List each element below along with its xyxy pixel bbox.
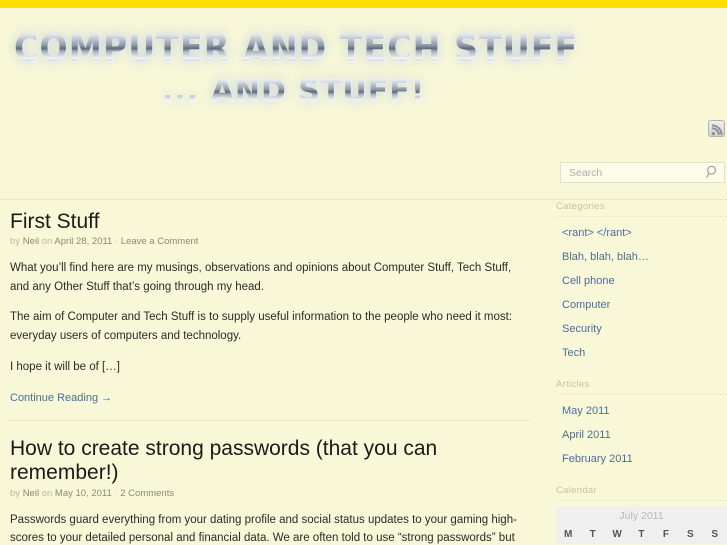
- post-paragraph: What you’ll find here are my musings, ob…: [10, 262, 512, 293]
- rss-glyph: [711, 124, 723, 136]
- post-item: First Stuff by Neil on April 28, 2011 · …: [10, 210, 530, 406]
- calendar-weekday: F: [653, 525, 679, 544]
- sidebar-item-april-2011[interactable]: April 2011: [562, 429, 611, 441]
- list-item: Security: [556, 319, 727, 337]
- post-divider: [10, 420, 530, 422]
- widget-title: Articles: [556, 379, 727, 395]
- category-list: <rant> </rant> Blah, blah, blah… Cell ph…: [556, 223, 727, 361]
- post-item: How to create strong passwords (that you…: [10, 437, 530, 545]
- main-content: First Stuff by Neil on April 28, 2011 · …: [10, 210, 530, 545]
- post-body: Passwords guard everything from your dat…: [10, 511, 530, 545]
- calendar-weekday: S: [702, 525, 727, 544]
- sidebar-item-rant[interactable]: <rant> </rant>: [562, 227, 632, 239]
- sidebar-item-blah[interactable]: Blah, blah, blah…: [562, 251, 649, 263]
- post-meta: by Neil on April 28, 2011 · Leave a Comm…: [10, 236, 530, 247]
- calendar-weekday: M: [556, 525, 581, 544]
- post-paragraph: Passwords guard everything from your dat…: [10, 513, 517, 545]
- post-paragraph: I hope it will be of […]: [10, 360, 120, 373]
- site-header: Computer and Tech Stuff ... and stuff!: [0, 8, 727, 120]
- post-meta-on: on: [41, 487, 53, 499]
- post-date-link[interactable]: April 28, 2011: [54, 236, 112, 247]
- list-item: Blah, blah, blah…: [556, 247, 727, 265]
- post-meta-separator: ·: [114, 236, 119, 248]
- list-item: April 2011: [556, 425, 727, 443]
- post-meta: by Neil on May 10, 2011 · 2 Comments: [10, 488, 530, 499]
- search-input[interactable]: [560, 162, 725, 183]
- post-meta-by: by: [10, 487, 21, 499]
- sidebar-item-february-2011[interactable]: February 2011: [562, 453, 633, 465]
- rss-row: [548, 120, 727, 148]
- calendar-weekday-row: M T W T F S S: [556, 525, 727, 544]
- archive-list: May 2011 April 2011 February 2011: [556, 401, 727, 467]
- top-accent-bar: [0, 0, 727, 8]
- continue-reading-link[interactable]: Continue Reading →: [10, 392, 112, 404]
- post-date-link[interactable]: May 10, 2011: [55, 488, 112, 499]
- widget-categories: Categories <rant> </rant> Blah, blah, bl…: [548, 201, 727, 361]
- list-item: Tech: [556, 343, 727, 361]
- list-item: <rant> </rant>: [556, 223, 727, 241]
- site-title[interactable]: Computer and Tech Stuff: [14, 30, 727, 67]
- widget-calendar: Calendar July 2011 M T W T F S S: [548, 485, 727, 545]
- calendar-caption: July 2011: [556, 507, 727, 525]
- site-tagline: ... and stuff!: [14, 77, 727, 107]
- sidebar-item-tech[interactable]: Tech: [562, 347, 585, 359]
- widget-title: Categories: [556, 201, 727, 217]
- search-row: [548, 162, 727, 183]
- post-paragraph: The aim of Computer and Tech Stuff is to…: [10, 311, 513, 343]
- calendar-weekday: T: [629, 525, 654, 544]
- widget-title: Calendar: [556, 485, 727, 501]
- post-meta-separator: ·: [114, 487, 118, 499]
- sidebar-item-may-2011[interactable]: May 2011: [562, 405, 610, 417]
- list-item: Computer: [556, 295, 727, 313]
- post-body: What you’ll find here are my musings, ob…: [10, 259, 530, 376]
- calendar-weekday: T: [580, 525, 605, 544]
- sidebar-item-security[interactable]: Security: [562, 323, 602, 335]
- page-root: Computer and Tech Stuff ... and stuff! F…: [0, 0, 727, 545]
- post-author-link[interactable]: Neil: [23, 236, 39, 247]
- list-item: Cell phone: [556, 271, 727, 289]
- post-title[interactable]: How to create strong passwords (that you…: [10, 437, 530, 485]
- calendar-weekday: W: [604, 525, 630, 544]
- list-item: February 2011: [556, 449, 727, 467]
- post-author-link[interactable]: Neil: [23, 488, 39, 499]
- post-title[interactable]: First Stuff: [10, 210, 530, 234]
- post-comments-link[interactable]: 2 Comments: [120, 488, 174, 499]
- sidebar-item-computer[interactable]: Computer: [562, 299, 610, 311]
- list-item: May 2011: [556, 401, 727, 419]
- search-box: [560, 162, 725, 183]
- post-meta-on: on: [41, 236, 53, 248]
- rss-icon[interactable]: [708, 120, 725, 137]
- post-comments-link[interactable]: Leave a Comment: [121, 236, 199, 247]
- calendar-weekday: S: [678, 525, 703, 544]
- sidebar: Categories <rant> </rant> Blah, blah, bl…: [548, 120, 727, 545]
- sidebar-item-cell-phone[interactable]: Cell phone: [562, 275, 615, 287]
- widget-articles: Articles May 2011 April 2011 February 20…: [548, 379, 727, 467]
- calendar-table: July 2011 M T W T F S S: [556, 507, 727, 545]
- post-meta-by: by: [10, 236, 21, 248]
